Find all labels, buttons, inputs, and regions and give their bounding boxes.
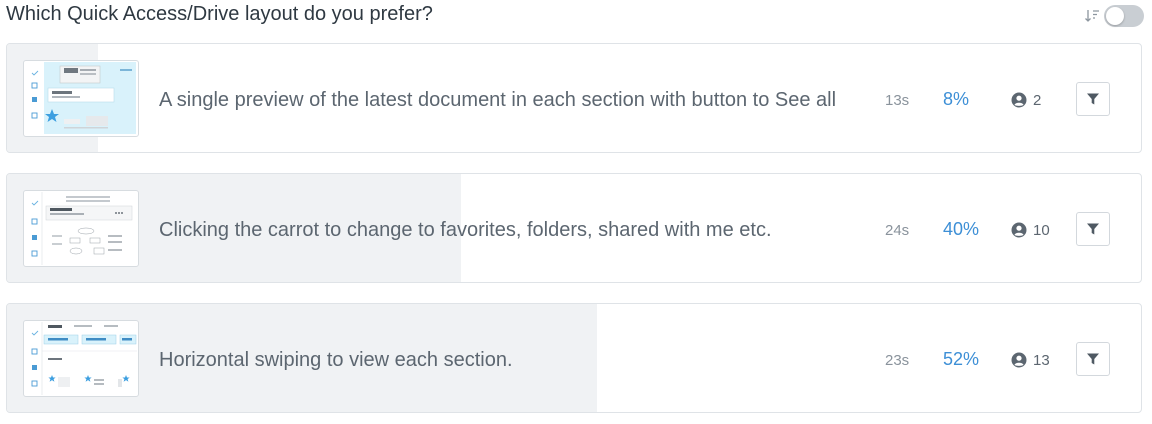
user-icon [1011,352,1027,368]
filter-icon [1087,353,1099,365]
answer-time: 23s [885,352,910,369]
answer-text: Horizontal swiping to view each section. [159,349,513,371]
answer-thumbnail[interactable] [23,60,139,137]
voter-count: 2 [1033,91,1042,109]
voter-count: 13 [1033,351,1050,369]
answer-percent: 40% [943,219,980,239]
answer-card[interactable]: Clicking the carrot to change to favorit… [6,173,1142,283]
answer-thumbnail[interactable] [23,190,139,267]
answer-percent: 8% [943,89,970,109]
filter-button[interactable] [1076,82,1110,116]
answer-text: Clicking the carrot to change to favorit… [159,219,772,241]
filter-icon [1087,93,1099,105]
answer-time: 24s [885,222,910,239]
user-icon [1011,222,1027,238]
filter-icon [1087,223,1099,235]
user-icon [1011,92,1027,108]
answer-voters: 13 [1011,350,1050,370]
answer-time: 13s [885,92,910,109]
toggle-knob [1106,7,1124,25]
question-header: Which Quick Access/Drive layout do you p… [6,0,1144,32]
answer-thumbnail[interactable] [23,320,139,397]
answer-percent: 52% [943,349,980,369]
answer-card[interactable]: A single preview of the latest document … [6,43,1142,153]
filter-button[interactable] [1076,342,1110,376]
sort-descending-icon[interactable] [1084,8,1100,24]
filter-button[interactable] [1076,212,1110,246]
answer-voters: 2 [1011,90,1041,110]
question-title: Which Quick Access/Drive layout do you p… [6,3,433,25]
answer-card[interactable]: Horizontal swiping to view each section.… [6,303,1142,413]
voter-count: 10 [1033,221,1050,239]
sort-toggle[interactable] [1104,5,1144,27]
answer-voters: 10 [1011,220,1050,240]
answer-text: A single preview of the latest document … [159,89,837,111]
